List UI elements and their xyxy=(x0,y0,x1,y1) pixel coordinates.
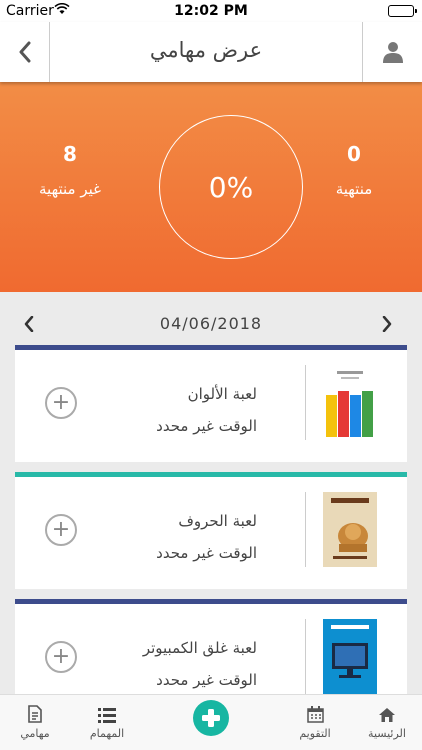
tab-my-tasks-label: مهامي xyxy=(20,727,50,740)
tab-my-tasks[interactable]: مهامي xyxy=(0,695,70,750)
finished-count: 0 xyxy=(347,142,361,166)
add-button[interactable] xyxy=(193,700,229,736)
finished-stat: 0 منتهية xyxy=(294,142,414,198)
card-divider xyxy=(305,492,306,567)
finished-label: منتهية xyxy=(335,180,373,198)
tab-bar: مهامي المهمام التقويم الرئيسية xyxy=(0,694,422,750)
tab-calendar-label: التقويم xyxy=(299,727,331,740)
tab-home[interactable]: الرئيسية xyxy=(352,695,422,750)
task-name: لعبة الحروف xyxy=(178,512,257,530)
task-time: الوقت غير محدد xyxy=(156,417,257,435)
add-task-button[interactable]: + xyxy=(45,387,77,419)
card-divider xyxy=(305,365,306,440)
task-name: لعبة الألوان xyxy=(187,385,257,403)
chevron-left-icon xyxy=(19,41,30,63)
task-time: الوقت غير محدد xyxy=(156,544,257,562)
progress-summary: 8 غير منتهية 0% 0 منتهية xyxy=(0,82,422,292)
unfinished-count: 8 xyxy=(63,142,77,166)
task-card[interactable]: + لعبة الحروف الوقت غير محدد xyxy=(15,472,407,589)
letters-game-thumbnail xyxy=(323,492,377,567)
date-navigator: 04/06/2018 xyxy=(15,310,407,340)
back-button[interactable] xyxy=(0,22,50,82)
tab-calendar[interactable]: التقويم xyxy=(280,695,350,750)
home-icon xyxy=(379,708,395,722)
next-date-button[interactable] xyxy=(375,312,399,336)
clock: 12:02 PM xyxy=(174,3,248,19)
list-icon xyxy=(98,708,116,723)
tab-home-label: الرئيسية xyxy=(368,727,406,740)
profile-button[interactable] xyxy=(362,22,422,82)
unfinished-label: غير منتهية xyxy=(39,180,101,198)
chevron-right-icon xyxy=(382,316,392,332)
nav-bar: عرض مهامي xyxy=(0,22,422,82)
unfinished-stat: 8 غير منتهية xyxy=(10,142,130,198)
user-icon xyxy=(382,42,403,63)
add-task-button[interactable]: + xyxy=(45,641,77,673)
battery-icon xyxy=(388,5,417,17)
progress-percent: 0% xyxy=(208,170,254,204)
task-stripe xyxy=(15,599,407,604)
tab-tasks-label: المهمام xyxy=(89,727,125,740)
task-name: لعبة غلق الكمبيوتر xyxy=(142,639,257,657)
plus-icon xyxy=(202,709,220,727)
current-date: 04/06/2018 xyxy=(159,314,263,333)
progress-ring: 0% xyxy=(159,115,303,259)
tab-tasks[interactable]: المهمام xyxy=(72,695,142,750)
task-stripe xyxy=(15,345,407,350)
task-time: الوقت غير محدد xyxy=(156,671,257,689)
task-card[interactable]: + لعبة الألوان الوقت غير محدد xyxy=(15,345,407,462)
document-icon xyxy=(28,705,42,723)
status-bar: Carrier 12:02 PM xyxy=(0,0,422,22)
computer-game-thumbnail xyxy=(323,619,377,694)
add-task-button[interactable]: + xyxy=(45,514,77,546)
card-divider xyxy=(305,619,306,694)
calendar-icon xyxy=(306,706,324,723)
colors-game-thumbnail xyxy=(323,365,377,440)
page-title: عرض مهامي xyxy=(149,38,263,62)
task-stripe xyxy=(15,472,407,477)
